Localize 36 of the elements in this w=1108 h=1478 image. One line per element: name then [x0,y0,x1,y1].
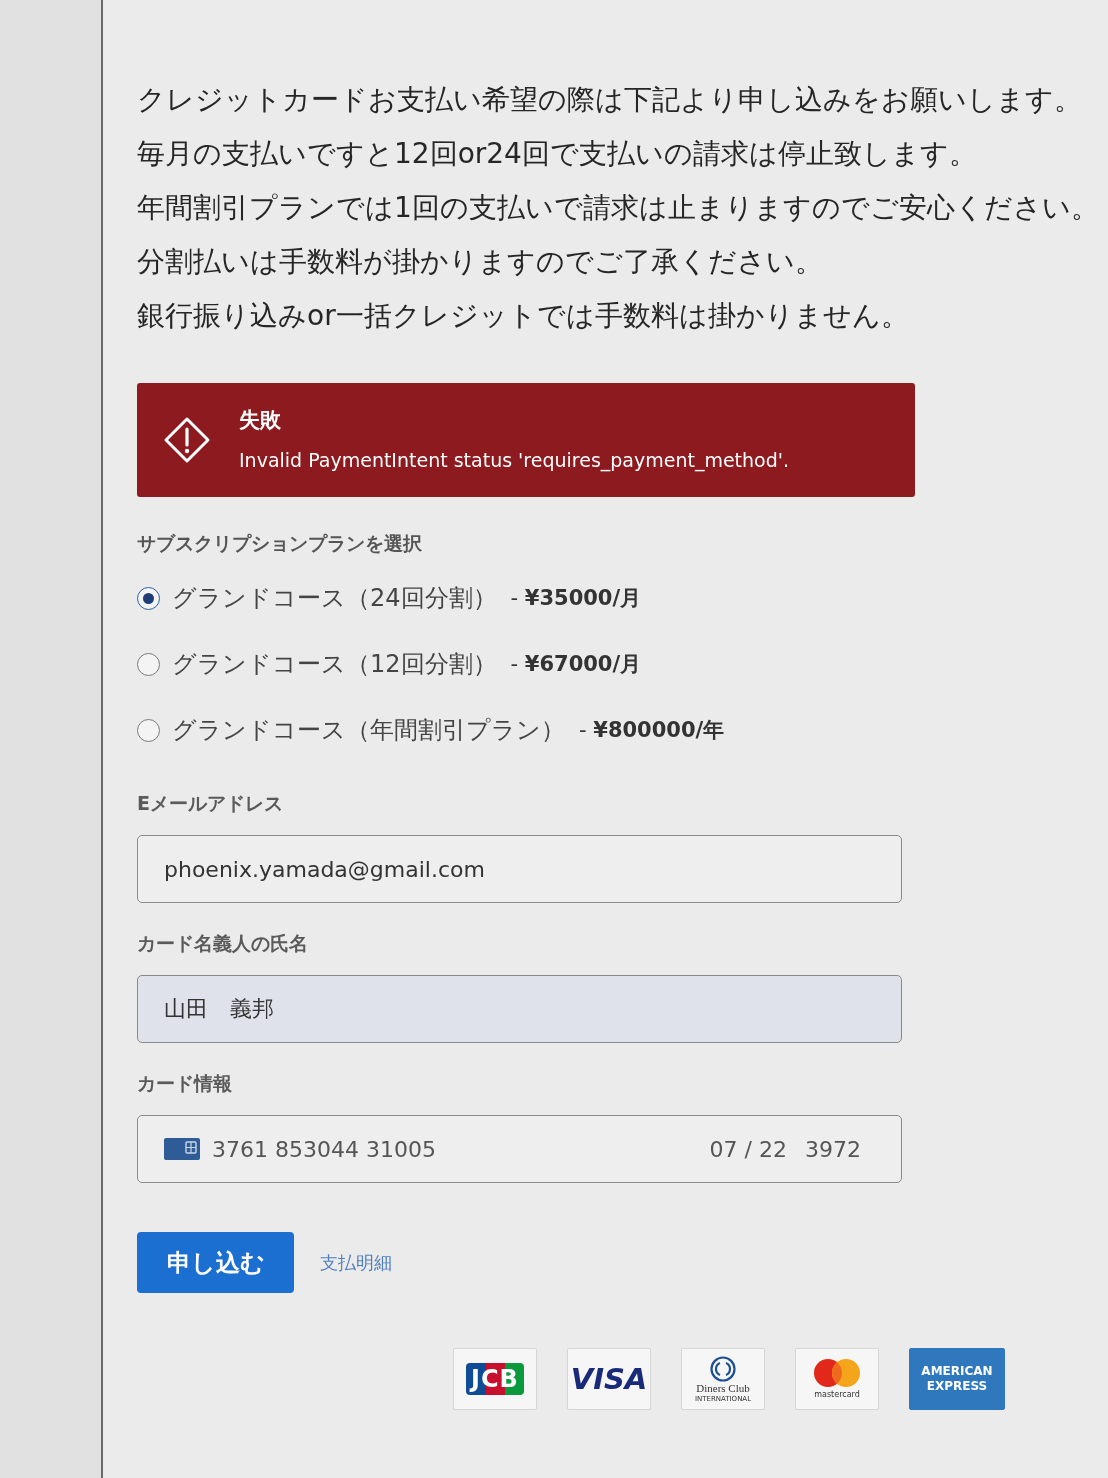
card-field[interactable]: 3761 853044 31005 07 / 22 3972 [137,1115,902,1183]
ring-icon [710,1355,736,1382]
logo-text: AMERICAN EXPRESS [920,1364,994,1394]
field-label: Eメールアドレス [137,791,284,815]
plan-price: - ¥67000/月 [510,651,642,678]
plan-option-label[interactable]: グランドコース（24回分割） [172,582,497,614]
card-icon [164,1138,200,1160]
card-number-input[interactable]: 3761 853044 31005 [212,1136,436,1162]
expiry-input[interactable]: 07 / 22 [709,1136,787,1162]
radio-button[interactable] [137,586,160,610]
intro-text: 分割払いは手数料が掛かりますのでご了承ください。 [137,244,824,280]
plan-option-label[interactable]: グランドコース（年間割引プラン） [172,714,565,746]
intro-text: 銀行振り込みor一括クレジットでは手数料は掛かりません。 [137,298,910,334]
radio-button[interactable] [137,652,160,676]
alert-message: Invalid PaymentIntent status 'requires_payment_method'. [239,448,790,474]
intro-text: クレジットカードお支払い希望の際は下記より申し込みをお願いします。 [137,82,1083,118]
alert-title: 失敗 [239,407,282,434]
intro-text: 年間割引プランでは1回の支払いで請求は止まりますのでご安心ください。 [137,190,1100,226]
logo-text: VISA [570,1362,648,1396]
logo-text: mastercard [814,1388,860,1400]
field-label: カード情報 [137,1071,233,1095]
cvc-input[interactable]: 3972 [805,1136,861,1162]
plan-price: - ¥35000/月 [510,585,642,612]
name-input[interactable]: 山田 義邦 [137,975,902,1043]
plan-price: - ¥800000/年 [579,717,725,744]
intro-text: 毎月の支払いですと12回or24回で支払いの請求は停止致します。 [137,136,978,172]
logo-text: Diners Club [696,1381,750,1395]
payment-details-link[interactable]: 支払明細 [320,1250,392,1275]
email-input[interactable]: phoenix.yamada@gmail.com [137,835,902,903]
plan-select-label: サブスクリプションプランを選択 [137,531,423,555]
radio-button[interactable] [137,718,160,742]
warning-icon [163,416,211,464]
submit-button[interactable]: 申し込む [137,1232,294,1293]
plan-option-label[interactable]: グランドコース（12回分割） [172,648,497,680]
overlapping-circles-icon [814,1358,860,1387]
field-label: カード名義人の氏名 [137,931,309,955]
